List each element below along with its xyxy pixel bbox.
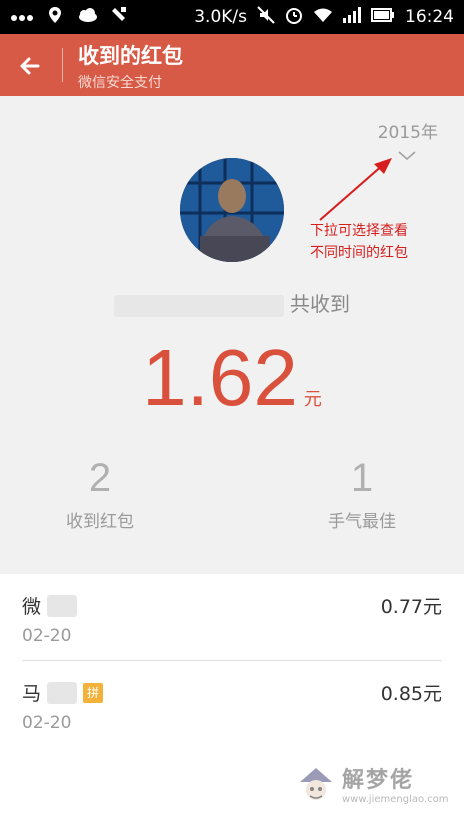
mute-icon [257,5,275,29]
watermark-url: www.jiemenglao.com [342,794,449,805]
wifi-icon [313,7,333,28]
page-title: 收到的红包 [78,44,183,68]
redacted-name [47,681,78,704]
received-caption: 共收到 [0,288,464,317]
list-item[interactable]: 微 02-20 0.77元 [22,574,442,660]
header-divider [62,48,63,82]
total-amount-value: 1.62 [142,333,298,422]
stat-best-luck: 1 手气最佳 [328,456,396,532]
avatar [180,158,284,262]
sender-name: 微 [22,596,42,618]
redacted-name [47,594,78,617]
clock: 16:24 [405,7,454,27]
watermark-text: 解梦佬 [342,768,415,793]
list-item[interactable]: 马 拼 02-20 0.85元 [22,660,442,746]
notification-icon [112,6,128,29]
annotation-arrow [300,156,400,230]
record-amount: 0.77元 [380,596,442,618]
location-icon [48,6,62,29]
red-packet-list: 微 02-20 0.77元 马 拼 02-20 0.85元 [0,574,464,746]
network-speed: 3.0K/s [194,7,247,27]
record-date: 02-20 [22,626,72,646]
watermark: 解梦佬 www.jiemenglao.com [296,762,448,805]
record-amount: 0.85元 [380,683,442,705]
total-amount: 1.62 元 [0,332,464,424]
app-header: 收到的红包 微信安全支付 [0,34,464,96]
alarm-icon [285,6,303,29]
back-arrow-icon [20,57,40,75]
record-date: 02-20 [22,713,72,733]
redacted-name [114,294,284,317]
year-selector[interactable]: 2015年 [378,118,438,143]
watermark-logo-icon [300,767,332,800]
summary-panel: 2015年 下拉可选择查看 不同时间的红包 共收到 1.62 元 2 收到红包 … [0,96,464,574]
signal-icon [343,6,361,28]
weather-icon [76,7,98,28]
status-bar: 3.0K/s 16:24 [0,0,464,34]
annotation-text: 下拉可选择查看 不同时间的红包 [310,223,408,261]
group-badge: 拼 [83,682,104,703]
battery-icon [371,7,395,27]
stat-received-count: 2 收到红包 [66,456,134,532]
total-amount-unit: 元 [303,389,322,410]
chevron-down-icon[interactable] [398,146,416,165]
back-button[interactable] [10,46,50,86]
sender-name: 马 [22,683,42,705]
dots-icon [10,7,34,27]
page-subtitle: 微信安全支付 [78,75,162,91]
